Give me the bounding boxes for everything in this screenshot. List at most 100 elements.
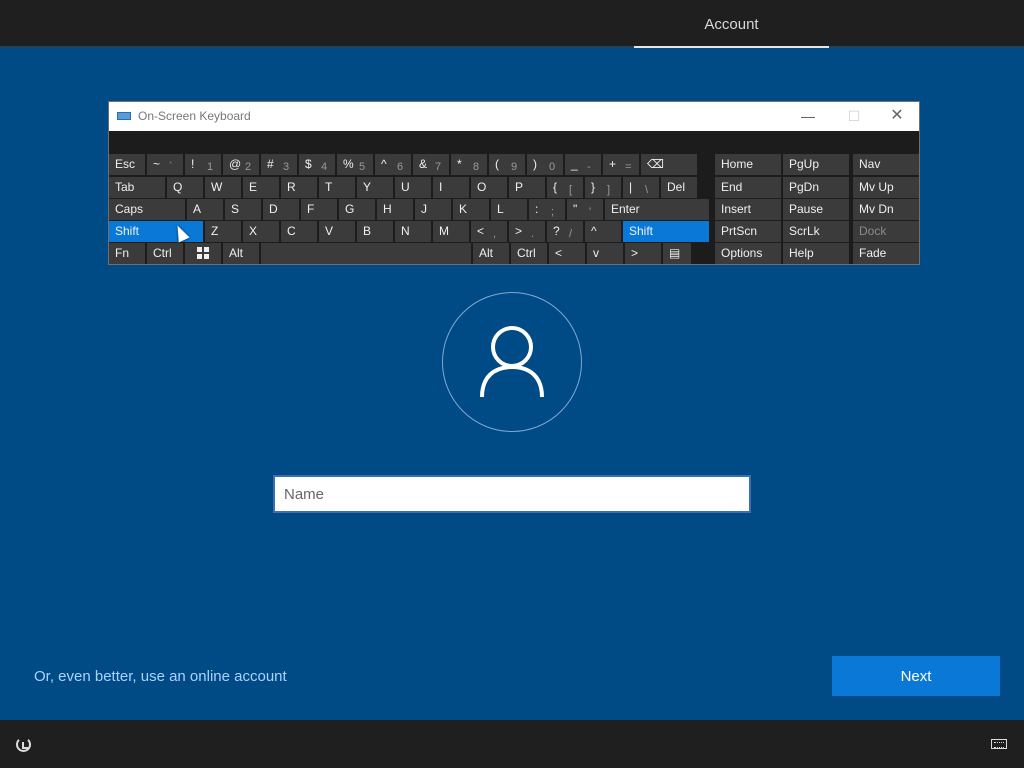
key-home[interactable]: Home	[715, 154, 781, 175]
key-s[interactable]: S	[225, 199, 261, 220]
key-o[interactable]: O	[471, 177, 507, 198]
key-prtscn[interactable]: PrtScn	[715, 221, 781, 242]
key-i[interactable]: I	[433, 177, 469, 198]
keyboard-tray-icon[interactable]	[991, 739, 1007, 749]
key-alt[interactable]: Alt	[223, 243, 259, 264]
minimize-button[interactable]: —	[786, 105, 830, 127]
key-symbol[interactable]: $4	[299, 154, 335, 175]
key-pgup[interactable]: PgUp	[783, 154, 849, 175]
key-pause[interactable]: Pause	[783, 199, 849, 220]
key-pgdn[interactable]: PgDn	[783, 177, 849, 198]
key-x[interactable]: X	[243, 221, 279, 242]
key-y[interactable]: Y	[357, 177, 393, 198]
key-label: Shift	[629, 224, 654, 238]
key-symbol[interactable]: <,	[471, 221, 507, 242]
maximize-button[interactable]: ☐	[832, 105, 876, 127]
key-symbol[interactable]: ⌫	[641, 154, 697, 175]
next-button[interactable]: Next	[832, 656, 1000, 696]
key-symbol[interactable]: * 8	[451, 154, 487, 175]
key-mv-dn[interactable]: Mv Dn	[853, 199, 919, 220]
key-v[interactable]: v	[587, 243, 623, 264]
key-symbol[interactable]: (9	[489, 154, 525, 175]
key-a[interactable]: A	[187, 199, 223, 220]
key-sublabel: ,	[493, 228, 497, 240]
key-symbol[interactable]: <	[549, 243, 585, 264]
key-enter[interactable]: Enter	[605, 199, 709, 220]
key-t[interactable]: T	[319, 177, 355, 198]
key-ctrl[interactable]: Ctrl	[147, 243, 183, 264]
key-scrlk[interactable]: ScrLk	[783, 221, 849, 242]
key-fn[interactable]: Fn	[109, 243, 145, 264]
key-symbol[interactable]: " '	[567, 199, 603, 220]
osk-titlebar[interactable]: On-Screen Keyboard — ☐ ✕	[109, 102, 919, 131]
key-symbol[interactable]: + =	[603, 154, 639, 175]
key-q[interactable]: Q	[167, 177, 203, 198]
key-options[interactable]: Options	[715, 243, 781, 264]
key-h[interactable]: H	[377, 199, 413, 220]
key-space[interactable]	[261, 243, 471, 264]
key-symbol[interactable]: #3	[261, 154, 297, 175]
key-del[interactable]: Del	[661, 177, 697, 198]
key-symbol[interactable]: ^ 6	[375, 154, 411, 175]
key-c[interactable]: C	[281, 221, 317, 242]
key-v[interactable]: V	[319, 221, 355, 242]
key-label: Q	[173, 180, 183, 194]
key-shift[interactable]: Shift	[109, 221, 203, 242]
key-symbol[interactable]: ▤	[663, 243, 691, 264]
key-z[interactable]: Z	[205, 221, 241, 242]
key-label: A	[193, 202, 202, 216]
key-j[interactable]: J	[415, 199, 451, 220]
key-w[interactable]: W	[205, 177, 241, 198]
key-shift[interactable]: Shift	[623, 221, 709, 242]
key-symbol[interactable]: :;	[529, 199, 565, 220]
key-mv-up[interactable]: Mv Up	[853, 177, 919, 198]
key-f[interactable]: F	[301, 199, 337, 220]
key-tab[interactable]: Tab	[109, 177, 165, 198]
key-insert[interactable]: Insert	[715, 199, 781, 220]
key-symbol[interactable]: >.	[509, 221, 545, 242]
key-g[interactable]: G	[339, 199, 375, 220]
key-fade[interactable]: Fade	[853, 243, 919, 264]
close-button[interactable]: ✕	[875, 105, 919, 127]
key-l[interactable]: L	[491, 199, 527, 220]
key-m[interactable]: M	[433, 221, 469, 242]
key-symbol[interactable]: ~ `	[147, 154, 183, 175]
key-end[interactable]: End	[715, 177, 781, 198]
online-account-link[interactable]: Or, even better, use an online account	[34, 668, 287, 685]
key-dock[interactable]: Dock	[853, 221, 919, 242]
key-symbol[interactable]: & 7	[413, 154, 449, 175]
key-symbol[interactable]: ^	[585, 221, 621, 242]
key-label: ⌫	[647, 157, 664, 171]
key-symbol[interactable]: }]	[585, 177, 621, 198]
key-symbol[interactable]: {[	[547, 177, 583, 198]
key-caps[interactable]: Caps	[109, 199, 185, 220]
key-symbol[interactable]: >	[625, 243, 661, 264]
key-ctrl[interactable]: Ctrl	[511, 243, 547, 264]
key-symbol[interactable]: | \	[623, 177, 659, 198]
name-input[interactable]	[273, 475, 751, 513]
key-label: G	[345, 202, 355, 216]
key-d[interactable]: D	[263, 199, 299, 220]
key-symbol[interactable]: % 5	[337, 154, 373, 175]
key-help[interactable]: Help	[783, 243, 849, 264]
windows-key[interactable]	[185, 243, 221, 264]
key-r[interactable]: R	[281, 177, 317, 198]
key-u[interactable]: U	[395, 177, 431, 198]
key-symbol[interactable]: ? /	[547, 221, 583, 242]
key-n[interactable]: N	[395, 221, 431, 242]
key-symbol[interactable]: ) 0	[527, 154, 563, 175]
ease-of-access-icon[interactable]	[16, 737, 31, 752]
key-label: X	[249, 224, 258, 238]
key-e[interactable]: E	[243, 177, 279, 198]
key-k[interactable]: K	[453, 199, 489, 220]
key-alt[interactable]: Alt	[473, 243, 509, 264]
key-symbol[interactable]: _ -	[565, 154, 601, 175]
key-nav[interactable]: Nav	[853, 154, 919, 175]
tab-account[interactable]: Account	[634, 0, 829, 48]
key-p[interactable]: P	[509, 177, 545, 198]
key-b[interactable]: B	[357, 221, 393, 242]
key-esc[interactable]: Esc	[109, 154, 145, 175]
key-label: End	[721, 180, 743, 194]
key-symbol[interactable]: ! 1	[185, 154, 221, 175]
key-symbol[interactable]: @2	[223, 154, 259, 175]
